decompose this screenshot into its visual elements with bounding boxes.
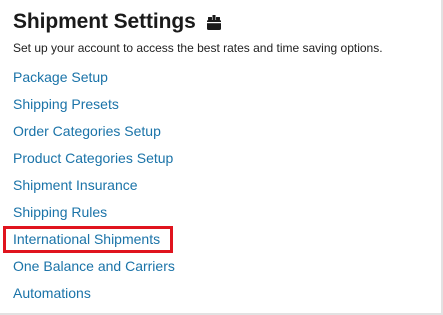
international-shipments-link[interactable]: International Shipments — [13, 231, 160, 247]
page-subtitle: Set up your account to access the best r… — [13, 41, 383, 55]
shipment-insurance-link[interactable]: Shipment Insurance — [13, 177, 138, 193]
package-setup-link[interactable]: Package Setup — [13, 69, 108, 85]
list-item: Package Setup — [13, 66, 175, 93]
list-item: Shipping Rules — [13, 201, 175, 228]
one-balance-and-carriers-link[interactable]: One Balance and Carriers — [13, 258, 175, 274]
order-categories-setup-link[interactable]: Order Categories Setup — [13, 123, 161, 139]
list-item: Order Categories Setup — [13, 120, 175, 147]
product-categories-setup-link[interactable]: Product Categories Setup — [13, 150, 173, 166]
shipping-rules-link[interactable]: Shipping Rules — [13, 204, 107, 220]
automations-link[interactable]: Automations — [13, 285, 91, 301]
box-icon — [205, 14, 223, 32]
list-item: Automations — [13, 282, 175, 309]
page-title: Shipment Settings — [13, 10, 196, 33]
list-item: International Shipments — [13, 228, 175, 255]
shipment-settings-panel: Shipment Settings Set up your account to… — [0, 0, 443, 315]
settings-link-list: Package Setup Shipping Presets Order Cat… — [13, 66, 175, 309]
list-item: Shipment Insurance — [13, 174, 175, 201]
list-item: Product Categories Setup — [13, 147, 175, 174]
shipping-presets-link[interactable]: Shipping Presets — [13, 96, 119, 112]
list-item: Shipping Presets — [13, 93, 175, 120]
list-item: One Balance and Carriers — [13, 255, 175, 282]
title-row: Shipment Settings — [13, 10, 223, 34]
